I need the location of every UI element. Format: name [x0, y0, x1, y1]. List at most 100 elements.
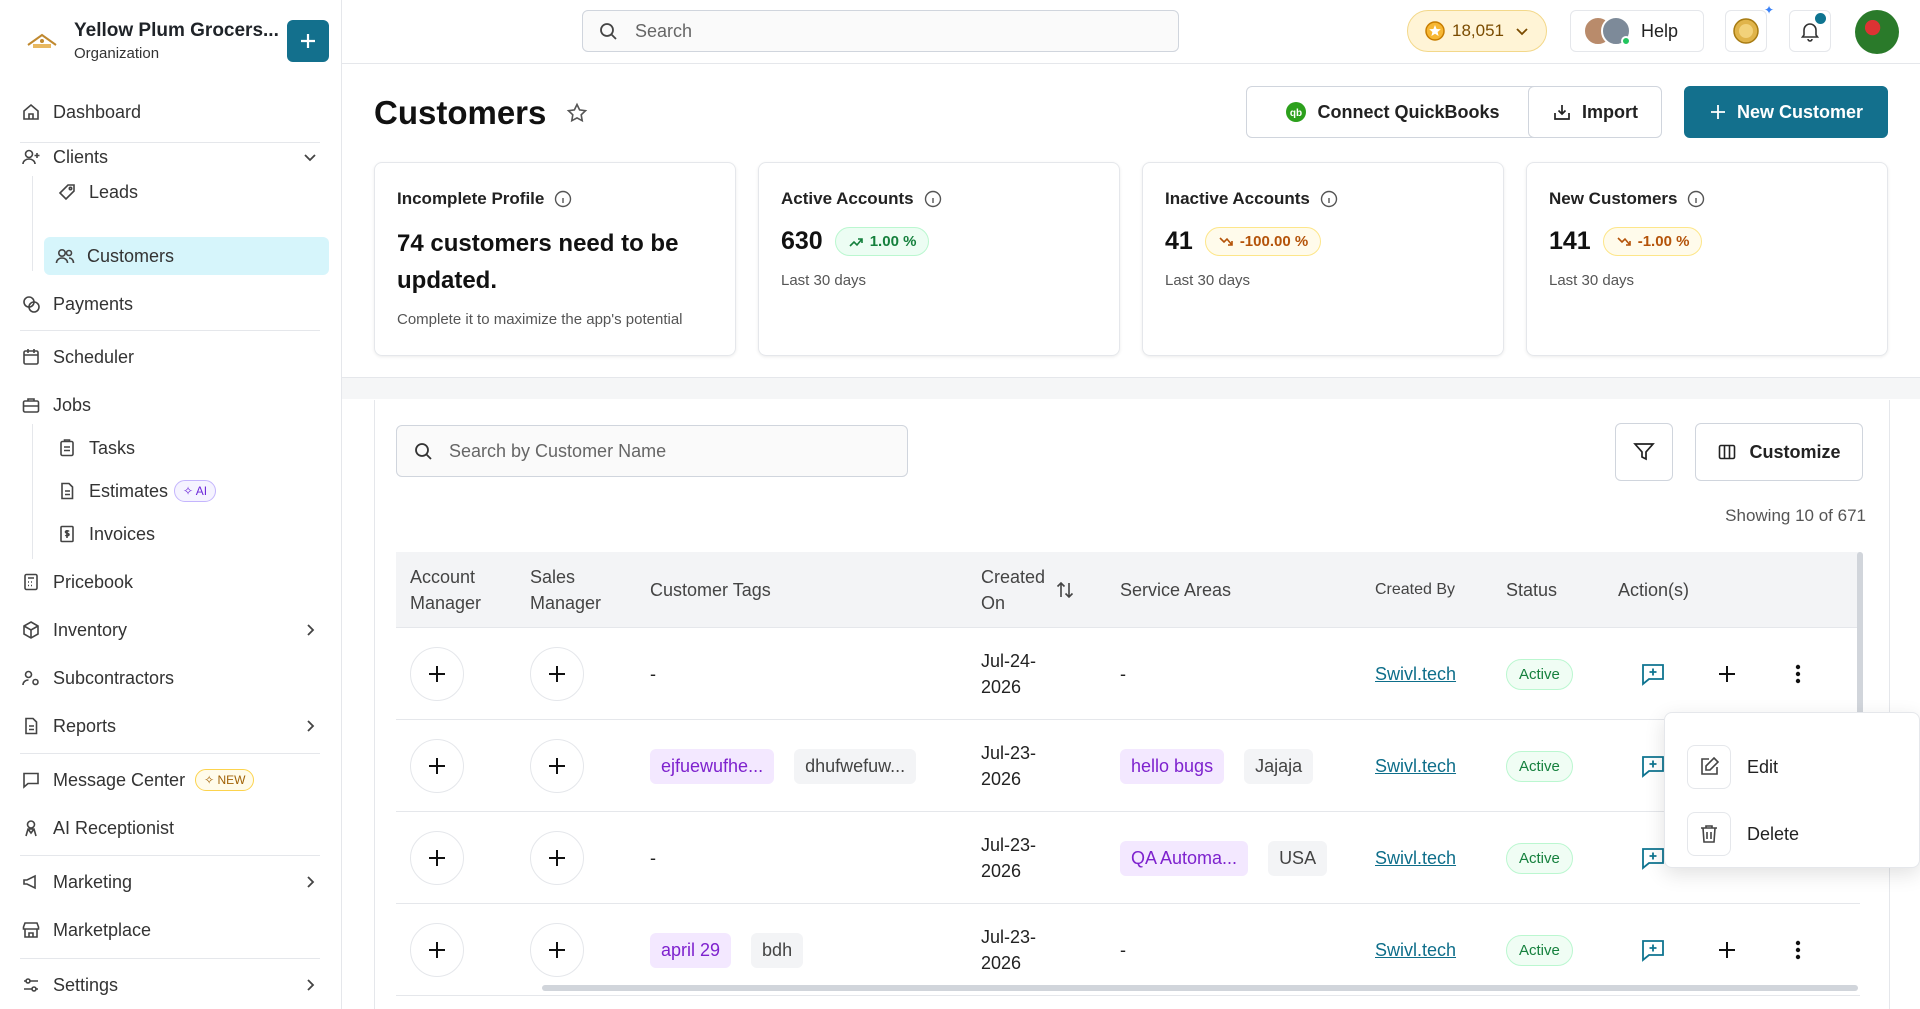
created-by-link[interactable]: Swivl.tech	[1375, 664, 1456, 685]
date-line: Jul-23-	[981, 927, 1037, 947]
sidebar-item-reports[interactable]: Reports	[20, 708, 330, 744]
inactive-accounts-card[interactable]: Inactive Accounts 41 -100.00 % Last 30 d…	[1142, 162, 1504, 356]
new-customer-button[interactable]: New Customer	[1684, 86, 1888, 138]
table-row[interactable]: - Jul-24- 2026 - Swivl.tech Active	[396, 628, 1860, 720]
sidebar-item-payments[interactable]: Payments	[20, 286, 330, 322]
connect-quickbooks-button[interactable]: qb Connect QuickBooks	[1246, 86, 1539, 138]
message-icon	[20, 769, 42, 791]
created-on-date: Jul-23- 2026	[981, 720, 1036, 812]
customer-tag[interactable]: dhufwefuw...	[794, 748, 917, 784]
column-header-sales-manager[interactable]: Sales Manager	[530, 552, 620, 628]
sidebar-item-scheduler[interactable]: Scheduler	[20, 339, 330, 375]
customer-tag[interactable]: bdh	[751, 932, 804, 968]
add-icon[interactable]	[1716, 663, 1738, 685]
help-label: Help	[1641, 20, 1679, 41]
active-accounts-value: 630	[781, 227, 823, 255]
service-area-tag[interactable]: hello bugs	[1120, 748, 1225, 784]
table-row[interactable]: april 29 bdh Jul-23- 2026 - Swivl.tech Active	[396, 904, 1860, 996]
org-add-button[interactable]	[287, 20, 329, 62]
customer-tag[interactable]: ejfuewufhe...	[650, 748, 775, 784]
created-by-link[interactable]: Swivl.tech	[1375, 756, 1456, 777]
column-header-customer-tags[interactable]: Customer Tags	[650, 552, 850, 628]
notifications-button[interactable]	[1789, 10, 1831, 52]
sidebar-item-settings[interactable]: Settings	[20, 967, 330, 1003]
add-icon[interactable]	[1716, 939, 1738, 961]
delete-label: Delete	[1747, 823, 1800, 844]
help-button[interactable]: Help	[1570, 10, 1704, 52]
add-note-icon[interactable]	[1640, 845, 1666, 871]
sidebar-item-estimates[interactable]: Estimates ✧ AI	[56, 473, 330, 509]
rewards-button[interactable]: ✦	[1725, 3, 1774, 52]
table-row[interactable]: ejfuewufhe... dhufwefuw... Jul-23- 2026 hell…	[396, 720, 1860, 812]
add-note-icon[interactable]	[1640, 937, 1666, 963]
more-options-icon[interactable]	[1795, 663, 1801, 685]
info-icon[interactable]	[554, 190, 572, 208]
column-header-account-manager[interactable]: Account Manager	[410, 552, 500, 628]
sidebar-item-inventory[interactable]: Inventory	[20, 612, 330, 648]
sidebar-item-dashboard[interactable]: Dashboard	[20, 94, 330, 130]
customer-tag[interactable]: april 29	[650, 932, 732, 968]
sidebar-item-marketing[interactable]: Marketing	[20, 864, 330, 900]
service-area-tag[interactable]: Jajaja	[1244, 748, 1314, 784]
sidebar-item-jobs[interactable]: Jobs	[20, 387, 330, 423]
column-header-created-on[interactable]: Created On	[981, 552, 1051, 628]
assign-sales-manager-button[interactable]	[530, 831, 584, 885]
column-header-service-areas[interactable]: Service Areas	[1120, 552, 1300, 628]
service-area-tag[interactable]: USA	[1268, 840, 1328, 876]
customer-search-input[interactable]: Search by Customer Name	[396, 425, 908, 477]
sort-icon[interactable]	[1054, 552, 1084, 628]
import-icon	[1552, 102, 1572, 122]
plus-icon	[426, 755, 448, 777]
trend-up-icon	[848, 234, 864, 250]
star-icon[interactable]	[566, 102, 588, 124]
assign-account-manager-button[interactable]	[410, 647, 464, 701]
add-note-icon[interactable]	[1640, 661, 1666, 687]
sidebar-item-subcontractors[interactable]: Subcontractors	[20, 660, 330, 696]
assign-account-manager-button[interactable]	[410, 739, 464, 793]
info-icon[interactable]	[1687, 190, 1705, 208]
edit-menu-item[interactable]: Edit	[1687, 743, 1778, 791]
sidebar-item-tasks[interactable]: Tasks	[56, 430, 330, 466]
empty-value: -	[650, 847, 656, 868]
global-search-input[interactable]: Search	[582, 10, 1179, 52]
sidebar-item-message-center[interactable]: Message Center ✧ NEW	[20, 762, 330, 798]
sidebar-item-leads[interactable]: Leads	[56, 174, 330, 210]
org-switcher[interactable]: Yellow Plum Grocers... Organization	[22, 16, 332, 66]
user-avatar[interactable]	[1855, 10, 1899, 54]
customize-button[interactable]: Customize	[1695, 423, 1863, 481]
assign-account-manager-button[interactable]	[410, 831, 464, 885]
column-header-status[interactable]: Status	[1506, 552, 1586, 628]
new-customers-card[interactable]: New Customers 141 -1.00 % Last 30 days	[1526, 162, 1888, 356]
sidebar-item-label: Clients	[53, 146, 109, 167]
invoice-icon	[56, 523, 78, 545]
column-header-created-by[interactable]: Created By	[1375, 552, 1475, 628]
table-row[interactable]: - Jul-23- 2026 QA Automa... USA Swivl.tech Act…	[396, 812, 1860, 904]
sidebar-item-label: Marketing	[53, 871, 133, 892]
delete-menu-item[interactable]: Delete	[1687, 810, 1799, 858]
service-area-tag[interactable]: QA Automa...	[1120, 840, 1249, 876]
credits-dropdown[interactable]: 18,051	[1407, 10, 1547, 52]
horizontal-scrollbar[interactable]	[542, 985, 1858, 991]
assign-sales-manager-button[interactable]	[530, 647, 584, 701]
sidebar-item-ai-receptionist[interactable]: AI Receptionist	[20, 810, 330, 846]
page-header: Customers	[374, 94, 588, 132]
created-by-link[interactable]: Swivl.tech	[1375, 848, 1456, 869]
active-accounts-card[interactable]: Active Accounts 630 1.00 % Last 30 days	[758, 162, 1120, 356]
info-icon[interactable]	[924, 190, 942, 208]
import-button[interactable]: Import	[1528, 86, 1662, 138]
sidebar-item-marketplace[interactable]: Marketplace	[20, 912, 330, 948]
assign-sales-manager-button[interactable]	[530, 739, 584, 793]
assign-account-manager-button[interactable]	[410, 923, 464, 977]
sidebar-item-customers[interactable]: Customers	[44, 237, 329, 275]
empty-value: -	[1120, 939, 1126, 960]
sidebar-item-clients[interactable]: Clients	[20, 139, 330, 175]
sidebar-item-invoices[interactable]: Invoices	[56, 516, 330, 552]
assign-sales-manager-button[interactable]	[530, 923, 584, 977]
more-options-icon[interactable]	[1795, 939, 1801, 961]
info-icon[interactable]	[1320, 190, 1338, 208]
created-by-link[interactable]: Swivl.tech	[1375, 940, 1456, 961]
add-note-icon[interactable]	[1640, 753, 1666, 779]
sidebar-item-pricebook[interactable]: Pricebook	[20, 564, 330, 600]
filter-button[interactable]	[1615, 423, 1673, 481]
incomplete-profile-card[interactable]: Incomplete Profile 74 customers need to …	[374, 162, 736, 356]
